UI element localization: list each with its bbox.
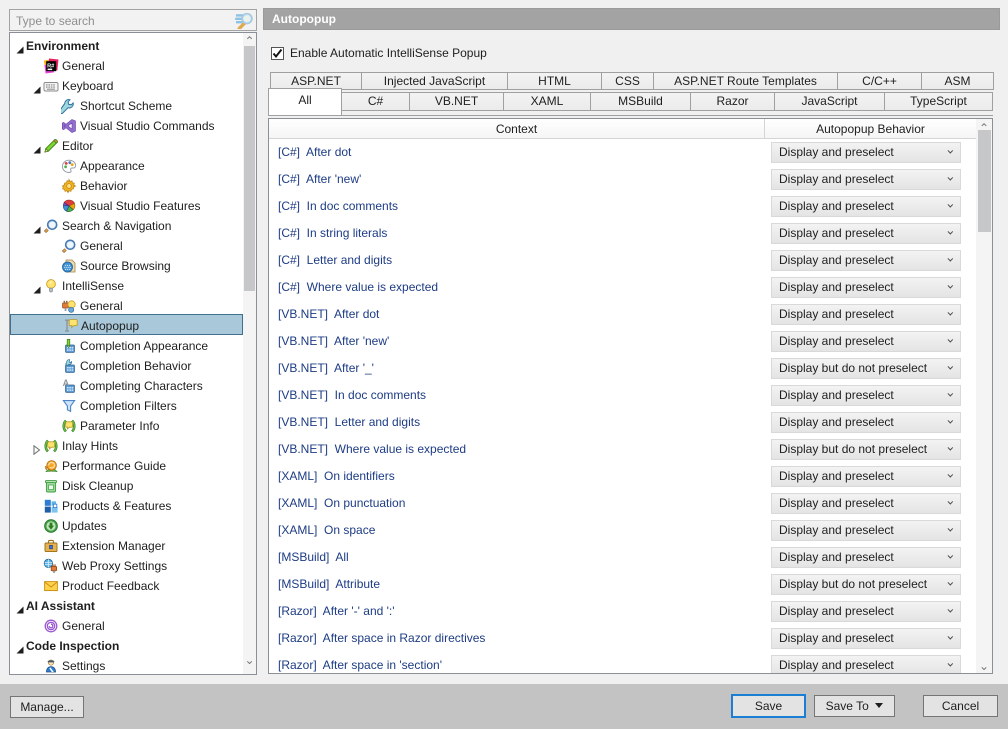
- svg-text:R#: R#: [47, 63, 55, 69]
- svg-text:A: A: [63, 378, 70, 388]
